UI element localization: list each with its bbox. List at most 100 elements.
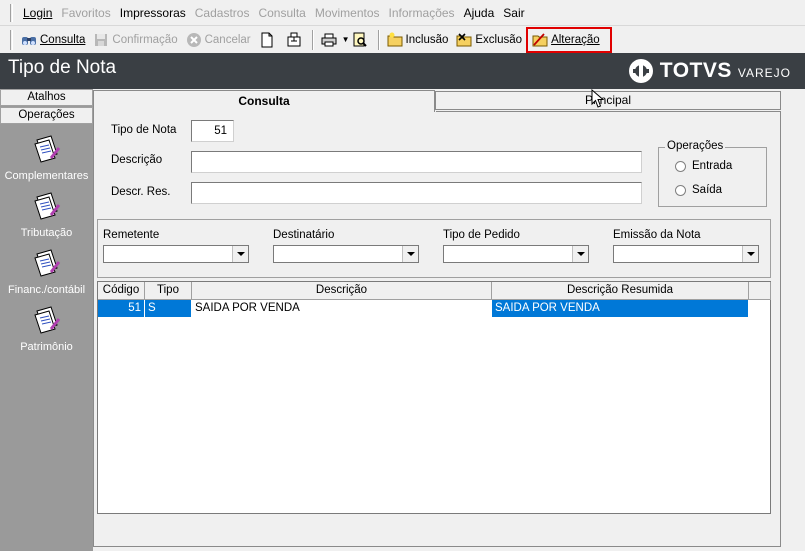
chevron-down-icon[interactable]: [742, 246, 758, 262]
menu-cadastros[interactable]: Cadastros: [191, 4, 254, 22]
brand-logo: TOTVS VAREJO: [628, 58, 791, 84]
exclusao-label: Exclusão: [475, 33, 523, 46]
alteracao-label: Alteração: [551, 33, 600, 46]
sidebar-item-patrimonio[interactable]: Patrimônio: [0, 305, 93, 353]
menu-impressoras[interactable]: Impressoras: [116, 4, 190, 22]
tipo-pedido-label: Tipo de Pedido: [443, 229, 520, 241]
remetente-select[interactable]: [103, 245, 249, 263]
new-document-icon: [261, 32, 273, 47]
exclusao-button[interactable]: Exclusão: [452, 29, 526, 51]
sidebar-item-label: Financ./contábil: [7, 284, 86, 296]
saida-radio[interactable]: Saída: [675, 184, 722, 196]
remetente-label: Remetente: [103, 229, 160, 241]
toolbar-separator: [311, 29, 314, 50]
cancel-icon: [186, 32, 201, 47]
sidebar-tab-operacoes[interactable]: Operações: [0, 107, 93, 124]
sidebar-item-label: Patrimônio: [20, 341, 73, 353]
sidebar-item-financ-contabil[interactable]: Financ./contábil: [0, 248, 93, 296]
cell-descricao: SAIDA POR VENDA: [192, 300, 492, 317]
sidebar-tab-atalhos[interactable]: Atalhos: [0, 89, 93, 106]
operacoes-group: Operações Entrada Saída: [658, 140, 767, 207]
consulta-tab-content: Tipo de Nota 51 Descrição Descr. Res. Op…: [93, 111, 781, 547]
menu-ajuda[interactable]: Ajuda: [460, 4, 499, 22]
menu-sair[interactable]: Sair: [499, 4, 528, 22]
menu-movimentos[interactable]: Movimentos: [311, 4, 384, 22]
tipo-nota-input[interactable]: 51: [191, 120, 234, 142]
operacoes-legend: Operações: [665, 140, 726, 152]
binoculars-icon: [22, 36, 36, 45]
confirmacao-button[interactable]: Confirmação: [89, 29, 181, 51]
consulta-label: Consulta: [40, 33, 86, 46]
sidebar-item-complementares[interactable]: Complementares: [0, 134, 93, 182]
tab-principal[interactable]: Principal: [435, 91, 781, 110]
confirmacao-label: Confirmação: [112, 33, 178, 46]
tipo-nota-label: Tipo de Nota: [111, 124, 177, 136]
menu-grip: [10, 3, 13, 22]
results-grid[interactable]: Código Tipo Descrição Descrição Resumida…: [97, 281, 771, 514]
chevron-down-icon[interactable]: [402, 246, 418, 262]
documents-icon: [33, 249, 60, 277]
cancelar-label: Cancelar: [204, 33, 251, 46]
descr-res-label: Descr. Res.: [111, 186, 171, 198]
page-title: Tipo de Nota: [8, 57, 117, 78]
column-header-tipo[interactable]: Tipo: [145, 282, 192, 300]
descricao-label: Descrição: [111, 154, 163, 166]
column-header-filler: [749, 282, 771, 300]
search-document-icon: [353, 32, 367, 47]
toolbar-separator: [377, 29, 380, 50]
emissao-label: Emissão da Nota: [613, 229, 701, 241]
cell-descricao-resumida: SAIDA POR VENDA: [492, 300, 749, 317]
column-header-descricao-resumida[interactable]: Descrição Resumida: [492, 282, 749, 300]
inclusao-button[interactable]: Inclusão: [383, 29, 453, 51]
save-icon: [95, 33, 108, 46]
chevron-down-icon[interactable]: [572, 246, 588, 262]
emissao-select[interactable]: [613, 245, 759, 263]
toolbar: Consulta Confirmação Cancelar ▼ Inclusão…: [0, 26, 805, 53]
saida-label: Saída: [692, 184, 723, 196]
documents-icon: [33, 192, 60, 220]
sidebar-item-label: Complementares: [4, 170, 89, 182]
printer-icon: [321, 33, 337, 46]
table-row[interactable]: 51 S SAIDA POR VENDA SAIDA POR VENDA: [98, 300, 749, 317]
add-folder-icon: [387, 32, 403, 46]
sidebar-item-label: Tributação: [20, 227, 73, 239]
new-document-button[interactable]: [255, 29, 282, 51]
column-header-descricao[interactable]: Descrição: [192, 282, 492, 300]
documents-icon: [33, 306, 60, 334]
chevron-down-icon: ▼: [341, 35, 350, 44]
alteracao-button[interactable]: Alteração: [526, 26, 612, 53]
tipo-pedido-select[interactable]: [443, 245, 589, 263]
descricao-input[interactable]: [191, 151, 642, 173]
export-button[interactable]: [282, 29, 309, 51]
destinatario-label: Destinatário: [273, 229, 335, 241]
menu-login[interactable]: Login: [19, 4, 56, 22]
inclusao-label: Inclusão: [405, 33, 449, 46]
menu-consulta[interactable]: Consulta: [254, 4, 309, 22]
cancelar-button[interactable]: Cancelar: [182, 29, 255, 51]
consulta-button[interactable]: Consulta: [17, 29, 89, 51]
chevron-down-icon[interactable]: [232, 246, 248, 262]
cell-codigo: 51: [98, 300, 145, 317]
cell-tipo: S: [145, 300, 192, 317]
column-header-codigo[interactable]: Código: [98, 282, 145, 300]
delete-folder-icon: [456, 32, 472, 46]
entrada-radio[interactable]: Entrada: [675, 160, 732, 172]
brand-sub: VAREJO: [737, 66, 791, 80]
toolbar-grip: [10, 29, 13, 50]
print-button[interactable]: ▼: [317, 29, 375, 51]
mouse-cursor-icon: [591, 89, 605, 108]
menu-favoritos[interactable]: Favoritos: [57, 4, 114, 22]
filters-panel: Remetente Destinatário Tipo de Pedido Em…: [97, 219, 771, 278]
descr-res-input[interactable]: [191, 182, 642, 204]
menu-informacoes[interactable]: Informações: [385, 4, 459, 22]
menu-bar: Login Favoritos Impressoras Cadastros Co…: [0, 0, 805, 26]
export-icon: [287, 32, 301, 46]
sidebar: Atalhos Operações Complementares Tributa…: [0, 89, 93, 551]
documents-icon: [33, 135, 60, 163]
sidebar-item-tributacao[interactable]: Tributação: [0, 191, 93, 239]
tab-consulta[interactable]: Consulta: [93, 90, 435, 112]
tab-divider: [436, 111, 781, 112]
entrada-label: Entrada: [692, 160, 733, 172]
edit-folder-icon: [532, 32, 548, 46]
destinatario-select[interactable]: [273, 245, 419, 263]
